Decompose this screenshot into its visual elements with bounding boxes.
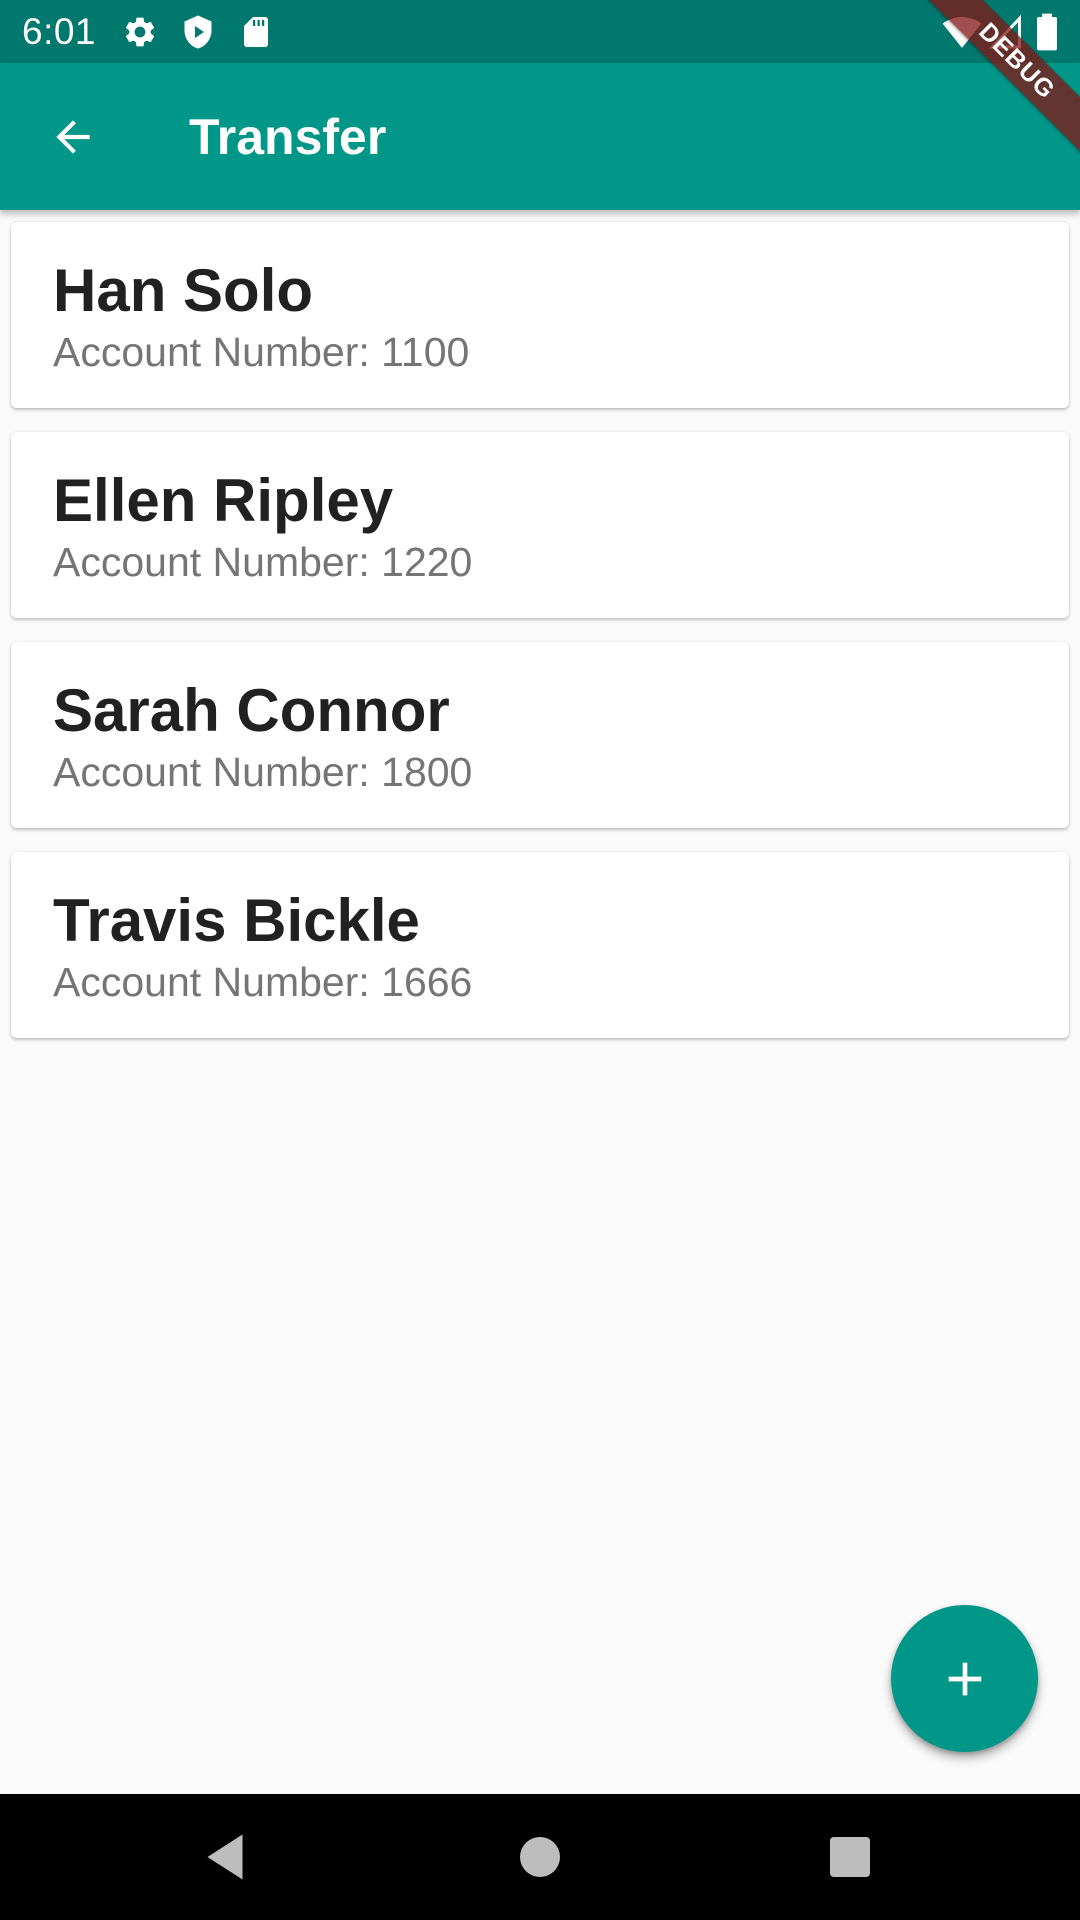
contact-name: Han Solo	[53, 257, 314, 324]
nav-back-button[interactable]	[195, 1827, 255, 1887]
contact-card[interactable]: Han Solo Account Number: 1100	[11, 222, 1069, 408]
contact-account-number: Account Number: 1666	[53, 959, 473, 1005]
nav-recents-icon	[830, 1837, 870, 1877]
nav-back-icon	[207, 1834, 243, 1880]
nav-home-icon	[520, 1837, 560, 1877]
contact-name: Ellen Ripley	[53, 467, 394, 534]
app-bar: Transfer	[0, 63, 1080, 210]
status-time: 6:01	[22, 11, 97, 52]
contact-name: Sarah Connor	[53, 677, 450, 744]
contact-card[interactable]: Ellen Ripley Account Number: 1220	[11, 432, 1069, 618]
back-button[interactable]	[38, 102, 108, 172]
contact-card[interactable]: Sarah Connor Account Number: 1800	[11, 642, 1069, 828]
settings-icon	[122, 14, 158, 50]
shield-icon	[180, 14, 216, 50]
contact-name: Travis Bickle	[53, 887, 420, 954]
contact-card[interactable]: Travis Bickle Account Number: 1666	[11, 852, 1069, 1038]
contact-account-number: Account Number: 1100	[53, 329, 470, 375]
sd-card-icon	[238, 14, 274, 50]
page-title: Transfer	[189, 109, 387, 165]
contact-account-number: Account Number: 1220	[53, 539, 473, 585]
status-bar: 6:01	[0, 0, 1080, 63]
contact-account-number: Account Number: 1800	[53, 749, 473, 795]
plus-icon	[948, 1662, 981, 1695]
navigation-bar	[0, 1794, 1080, 1920]
screen: 6:01 Transfer DEBUG Han Solo Account Num…	[0, 0, 1080, 1920]
nav-recents-button[interactable]	[820, 1827, 880, 1887]
arrow-back-icon	[56, 120, 90, 154]
nav-home-button[interactable]	[510, 1827, 570, 1887]
add-contact-button[interactable]	[891, 1605, 1038, 1752]
battery-icon	[1032, 12, 1062, 52]
